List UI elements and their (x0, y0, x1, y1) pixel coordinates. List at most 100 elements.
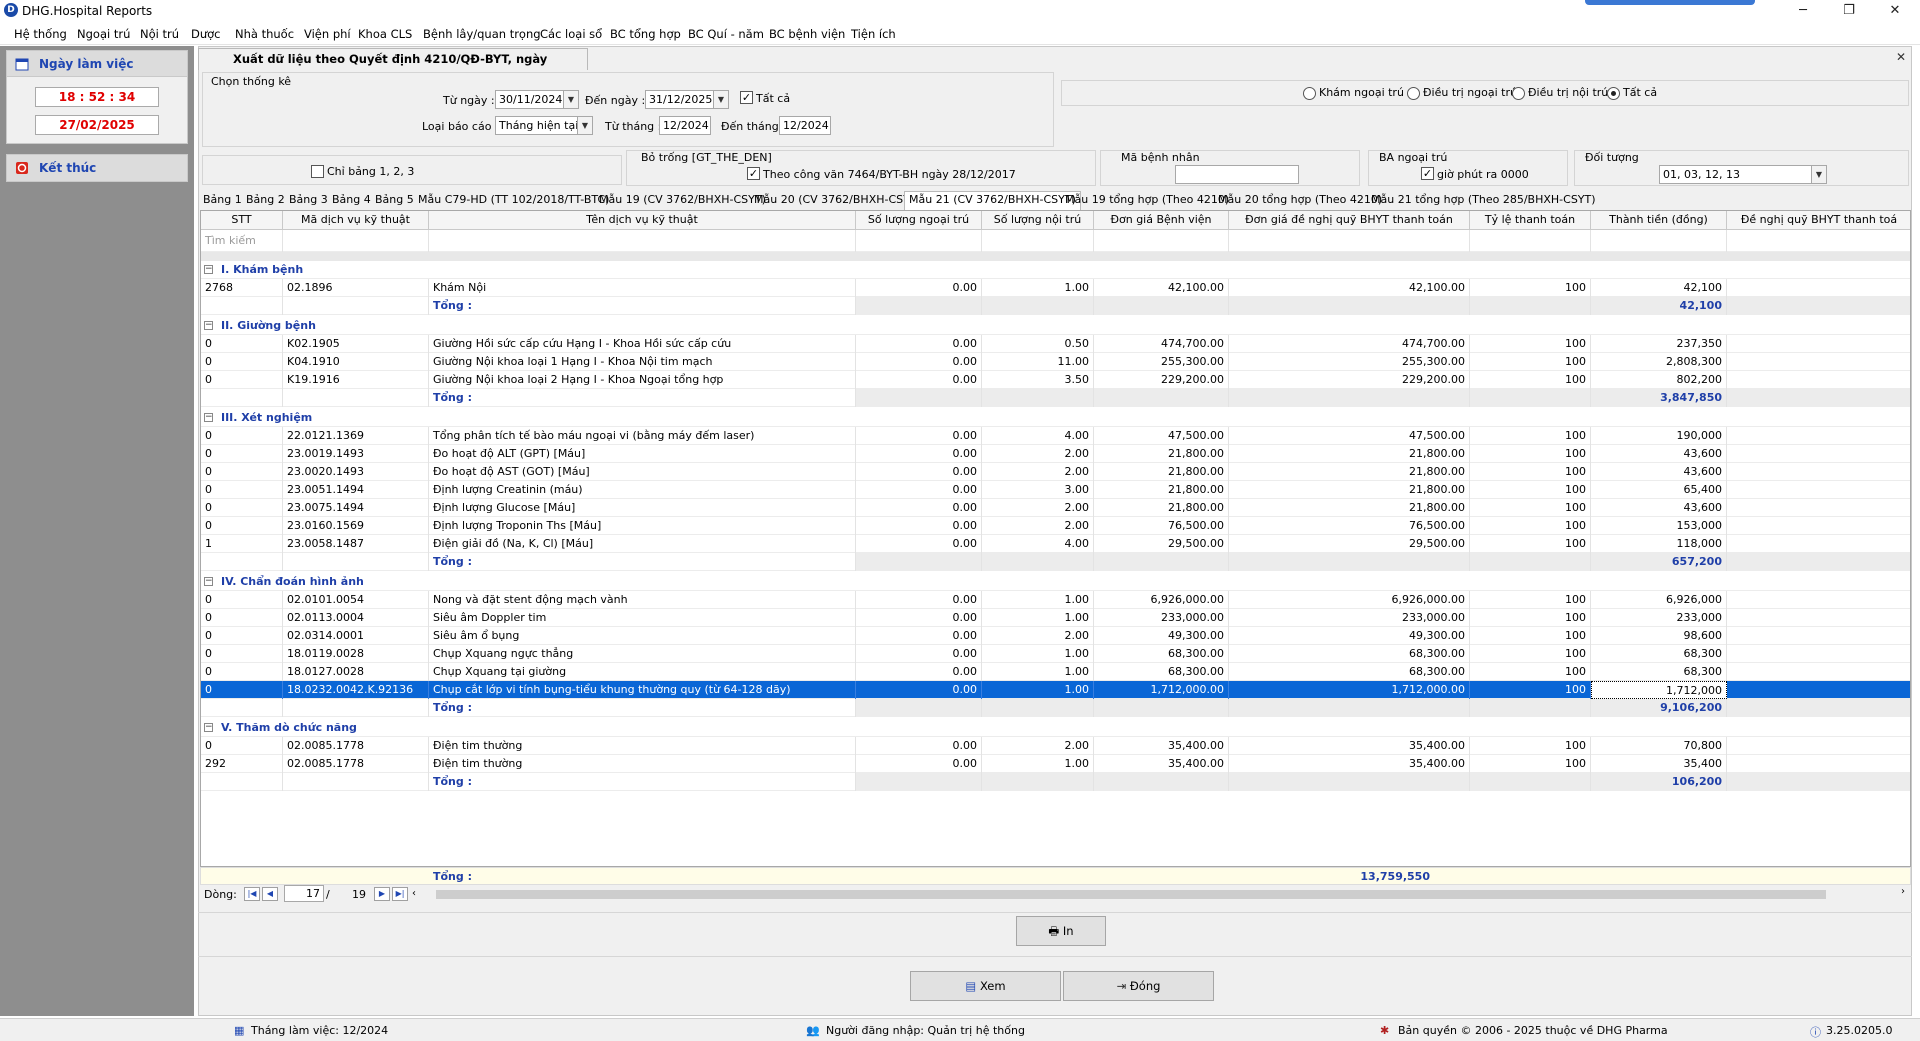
table-cell[interactable]: 0 (201, 481, 283, 499)
table-cell[interactable]: K19.1916 (283, 371, 429, 389)
tab-bang-3[interactable]: Bảng 3 (289, 193, 328, 206)
table-cell[interactable]: 70,800 (1591, 737, 1727, 755)
table-cell[interactable]: 0.00 (856, 499, 982, 517)
table-cell[interactable]: 98,600 (1591, 627, 1727, 645)
table-cell[interactable]: 22.0121.1369 (283, 427, 429, 445)
table-cell[interactable]: 47,500.00 (1094, 427, 1229, 445)
table-cell[interactable]: 0 (201, 463, 283, 481)
table-cell[interactable]: 21,800.00 (1094, 481, 1229, 499)
cv-checkbox[interactable]: ✓ (747, 167, 760, 180)
collapse-icon[interactable]: − (204, 265, 213, 274)
table-cell[interactable]: 229,200.00 (1229, 371, 1470, 389)
table-cell[interactable]: 2.00 (982, 737, 1094, 755)
table-cell[interactable]: 1.00 (982, 591, 1094, 609)
table-cell[interactable]: 0 (201, 609, 283, 627)
table-cell[interactable]: 0.00 (856, 371, 982, 389)
end-button[interactable]: Kết thúc (7, 155, 187, 181)
table-cell[interactable]: 0 (201, 681, 283, 699)
search-cell[interactable] (283, 230, 429, 252)
scrollbar-thumb[interactable] (436, 890, 1826, 899)
table-cell[interactable]: 100 (1470, 591, 1591, 609)
table-cell[interactable]: 68,300 (1591, 645, 1727, 663)
collapse-icon[interactable]: − (204, 413, 213, 422)
menu-he-thong[interactable]: Hệ thống (14, 27, 67, 41)
menu-bc-tong-hop[interactable]: BC tổng hợp (610, 27, 681, 41)
table-cell[interactable]: 18.0127.0028 (283, 663, 429, 681)
table-cell[interactable]: 21,800.00 (1229, 463, 1470, 481)
chevron-down-icon[interactable]: ▼ (713, 91, 728, 108)
table-cell[interactable]: 100 (1470, 445, 1591, 463)
table-cell[interactable]: 6,926,000.00 (1229, 591, 1470, 609)
patient-code-input[interactable] (1175, 165, 1299, 184)
table-cell[interactable]: Đo hoạt độ AST (GOT) [Máu] (429, 463, 856, 481)
table-row[interactable]: 0 18.0232.0042.K.92136 Chụp cắt lớp vi tín… (201, 681, 1910, 699)
table-cell[interactable]: 0.00 (856, 335, 982, 353)
tab-mau-21[interactable]: Mẫu 21 (CV 3762/BHXH-CSYT) (904, 191, 1081, 210)
table-cell[interactable] (1727, 755, 1910, 773)
table-cell[interactable]: 21,800.00 (1229, 445, 1470, 463)
outpatient-checkbox[interactable]: ✓ (1421, 167, 1434, 180)
menu-tien-ich[interactable]: Tiện ích (851, 27, 896, 41)
table-cell[interactable]: Điện giải đồ (Na, K, Cl) [Máu] (429, 535, 856, 553)
table-row[interactable]: 0 23.0020.1493 Đo hoạt độ AST (GOT) [Máu] 0… (201, 463, 1910, 481)
scroll-right-icon[interactable]: › (1901, 886, 1905, 897)
close-document-icon[interactable]: ✕ (1896, 50, 1906, 64)
table-cell[interactable]: 68,300 (1591, 663, 1727, 681)
table-cell[interactable]: 49,300.00 (1094, 627, 1229, 645)
table-cell[interactable]: 0.00 (856, 279, 982, 297)
table-cell[interactable]: 18.0232.0042.K.92136 (283, 681, 429, 699)
chevron-down-icon[interactable]: ▼ (577, 117, 592, 134)
table-cell[interactable]: 43,600 (1591, 499, 1727, 517)
menu-noi-tru[interactable]: Nội trú (140, 27, 179, 41)
table-cell[interactable]: 100 (1470, 737, 1591, 755)
object-select[interactable]: 01, 03, 12, 13 ▼ (1659, 165, 1827, 184)
table-cell[interactable]: 42,100 (1591, 279, 1727, 297)
table-cell[interactable]: 1,712,000.00 (1229, 681, 1470, 699)
table-row[interactable]: 0 22.0121.1369 Tổng phân tích tế bào máu n… (201, 427, 1910, 445)
table-cell[interactable]: 1.00 (982, 755, 1094, 773)
search-cell[interactable] (1229, 230, 1470, 252)
table-cell[interactable]: 0.00 (856, 517, 982, 535)
table-cell[interactable]: 23.0160.1569 (283, 517, 429, 535)
table-cell[interactable]: 68,300.00 (1229, 663, 1470, 681)
table-cell[interactable]: 233,000 (1591, 609, 1727, 627)
table-cell[interactable]: 29,500.00 (1094, 535, 1229, 553)
table-cell[interactable]: Định lượng Troponin Ths [Máu] (429, 517, 856, 535)
all-dates-checkbox[interactable]: ✓ (740, 91, 753, 104)
table-cell[interactable]: 1,712,000 (1591, 681, 1727, 699)
table-row[interactable]: 0 02.0314.0001 Siêu âm ổ bụng 0.00 2.00 49,30… (201, 627, 1910, 645)
table-cell[interactable]: 47,500.00 (1229, 427, 1470, 445)
table-cell[interactable]: 35,400.00 (1094, 737, 1229, 755)
table-cell[interactable]: 0 (201, 499, 283, 517)
table-cell[interactable]: 23.0020.1493 (283, 463, 429, 481)
collapse-icon[interactable]: − (204, 321, 213, 330)
close-window-button[interactable]: ✕ (1872, 0, 1918, 22)
collapse-icon[interactable]: − (204, 577, 213, 586)
table-row[interactable]: 0 02.0101.0054 Nong và đặt stent động mạch… (201, 591, 1910, 609)
report-type-select[interactable]: Tháng hiện tại ▼ (495, 116, 593, 135)
table-cell[interactable] (1727, 535, 1910, 553)
table-row[interactable]: 292 02.0085.1778 Điện tim thường 0.00 1.00 35… (201, 755, 1910, 773)
table-cell[interactable]: 4.00 (982, 535, 1094, 553)
table-cell[interactable]: 0.00 (856, 681, 982, 699)
table-cell[interactable]: 802,200 (1591, 371, 1727, 389)
prev-page-icon[interactable]: ◀ (262, 887, 278, 901)
table-cell[interactable]: 1.00 (982, 609, 1094, 627)
table-cell[interactable]: 6,926,000 (1591, 591, 1727, 609)
table-cell[interactable]: 43,600 (1591, 463, 1727, 481)
table-cell[interactable]: 35,400.00 (1229, 737, 1470, 755)
table-cell[interactable]: 23.0058.1487 (283, 535, 429, 553)
table-row[interactable]: 2768 02.1896 Khám Nội 0.00 1.00 42,100.00 42,1… (201, 279, 1910, 297)
table-cell[interactable]: 02.0314.0001 (283, 627, 429, 645)
to-date-input[interactable]: 31/12/2025 ▼ (645, 90, 729, 109)
table-cell[interactable]: 255,300.00 (1094, 353, 1229, 371)
table-cell[interactable]: 0 (201, 371, 283, 389)
group-row[interactable]: − I. Khám bệnh (201, 261, 1910, 279)
table-cell[interactable]: 23.0075.1494 (283, 499, 429, 517)
table-cell[interactable]: K02.1905 (283, 335, 429, 353)
tab-mau-20[interactable]: Mẫu 20 (CV 3762/BHXH-CSYT) (754, 193, 921, 206)
table-cell[interactable]: 21,800.00 (1094, 463, 1229, 481)
table-cell[interactable]: 118,000 (1591, 535, 1727, 553)
table-cell[interactable]: 0 (201, 737, 283, 755)
table-cell[interactable]: 0.00 (856, 627, 982, 645)
